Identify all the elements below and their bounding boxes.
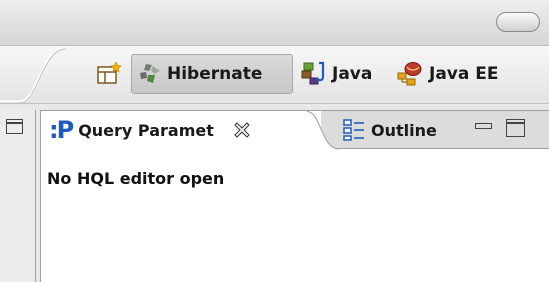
no-editor-message: No HQL editor open — [47, 169, 225, 188]
tab-query-parameters-label: Query Paramet — [78, 120, 214, 140]
left-view-pane — [0, 110, 36, 282]
outline-icon — [343, 119, 364, 141]
perspective-bar-divider — [0, 46, 67, 104]
perspective-java-button[interactable]: Java — [295, 54, 372, 94]
perspective-hibernate-button[interactable]: Hibernate — [131, 54, 293, 94]
close-icon[interactable] — [234, 122, 250, 138]
perspective-java-label: Java — [332, 64, 373, 84]
tab-outline-label: Outline — [371, 120, 437, 140]
tab-outline[interactable]: Outline — [343, 111, 437, 149]
perspective-java-ee-button[interactable]: Java EE — [390, 54, 510, 94]
java-icon — [301, 61, 325, 85]
window-titlebar — [0, 0, 549, 46]
query-parameters-icon: :P — [49, 116, 74, 144]
perspective-bar: Hibernate Java Java EE — [0, 46, 549, 104]
minimize-icon[interactable] — [475, 119, 492, 131]
java-ee-icon — [397, 62, 422, 86]
hibernate-icon — [140, 64, 160, 83]
open-perspective-icon[interactable] — [96, 61, 122, 86]
toolbar-toggle-button[interactable] — [496, 12, 540, 32]
perspective-java-ee-label: Java EE — [429, 64, 499, 84]
left-view-maximize-icon[interactable] — [6, 119, 23, 134]
perspective-hibernate-label: Hibernate — [167, 64, 263, 84]
tab-curve — [301, 111, 341, 151]
maximize-icon[interactable] — [506, 119, 525, 137]
query-parameters-view: :P Query Paramet Outline No HQL editor o… — [40, 110, 549, 282]
tab-query-parameters[interactable]: :P Query Paramet — [49, 111, 250, 149]
